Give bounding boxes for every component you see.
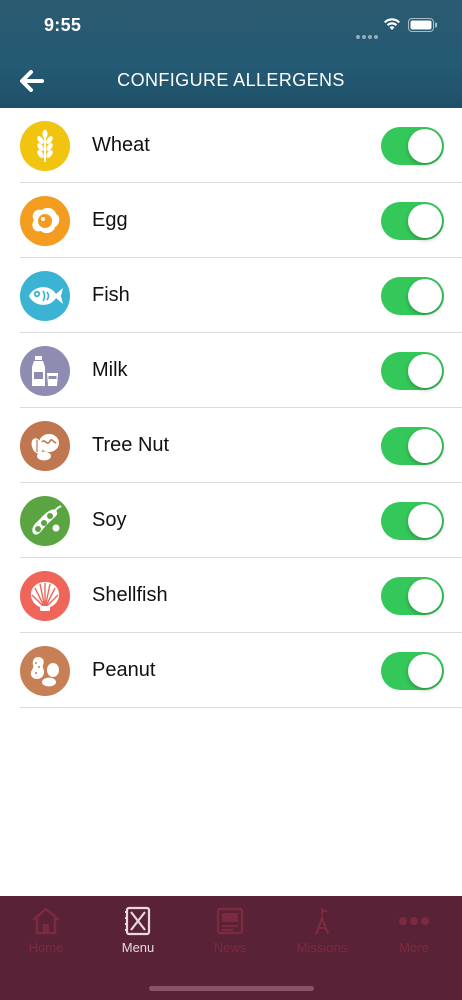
home-icon [32, 907, 60, 935]
allergen-row-wheat: Wheat [0, 108, 462, 183]
tab-news[interactable]: News [184, 906, 276, 960]
app-header: 9:55 CONFIGURE ALLERGENS [0, 0, 462, 108]
allergen-row-soy: Soy [0, 483, 462, 558]
wheat-toggle[interactable] [381, 127, 444, 165]
status-bar: 9:55 [0, 0, 462, 50]
allergen-row-milk: Milk [0, 333, 462, 408]
fish-toggle[interactable] [381, 277, 444, 315]
status-time: 9:55 [44, 15, 82, 35]
tab-label: More [399, 940, 429, 955]
allergen-label: Fish [92, 284, 130, 306]
egg-icon [20, 196, 70, 246]
allergen-row-peanut: Peanut [0, 633, 462, 708]
tree-nut-toggle[interactable] [381, 427, 444, 465]
allergen-label: Shellfish [92, 584, 168, 606]
tab-bar: Home Menu News Missions More [0, 896, 462, 1000]
egg-toggle[interactable] [381, 202, 444, 240]
fish-icon [20, 271, 70, 321]
more-icon [399, 917, 429, 925]
allergen-list: Wheat Egg Fish Milk Tree Nut Soy Shellfi… [0, 108, 462, 708]
milk-toggle[interactable] [381, 352, 444, 390]
soy-icon [20, 496, 70, 546]
allergen-label: Milk [92, 359, 128, 381]
allergen-row-fish: Fish [0, 258, 462, 333]
peanut-toggle[interactable] [381, 652, 444, 690]
allergen-row-tree-nut: Tree Nut [0, 408, 462, 483]
home-indicator [149, 986, 314, 991]
tab-label: Home [28, 940, 64, 955]
tree-nut-icon [20, 421, 70, 471]
allergen-row-egg: Egg [0, 183, 462, 258]
allergen-label: Egg [92, 209, 128, 231]
allergen-label: Soy [92, 509, 127, 531]
milk-icon [20, 346, 70, 396]
menu-icon [125, 906, 151, 936]
allergen-label: Peanut [92, 659, 156, 681]
tab-more[interactable]: More [368, 906, 460, 960]
wifi-icon [384, 18, 400, 30]
page-title: CONFIGURE ALLERGENS [117, 70, 345, 90]
news-icon [216, 907, 244, 935]
tab-label: Missions [296, 940, 348, 955]
tab-home[interactable]: Home [0, 906, 92, 960]
shellfish-toggle[interactable] [381, 577, 444, 615]
battery-icon [408, 18, 437, 32]
tab-label: News [213, 940, 247, 955]
tab-menu[interactable]: Menu [92, 906, 184, 960]
peanut-icon [20, 646, 70, 696]
wheat-icon [20, 121, 70, 171]
allergen-label: Tree Nut [92, 434, 170, 456]
signal-dots-icon [356, 26, 380, 44]
allergen-row-shellfish: Shellfish [0, 558, 462, 633]
missions-icon [314, 908, 330, 935]
tab-label: Menu [121, 940, 155, 955]
soy-toggle[interactable] [381, 502, 444, 540]
allergen-label: Wheat [92, 134, 150, 156]
shellfish-icon [20, 571, 70, 621]
tab-missions[interactable]: Missions [276, 906, 368, 960]
